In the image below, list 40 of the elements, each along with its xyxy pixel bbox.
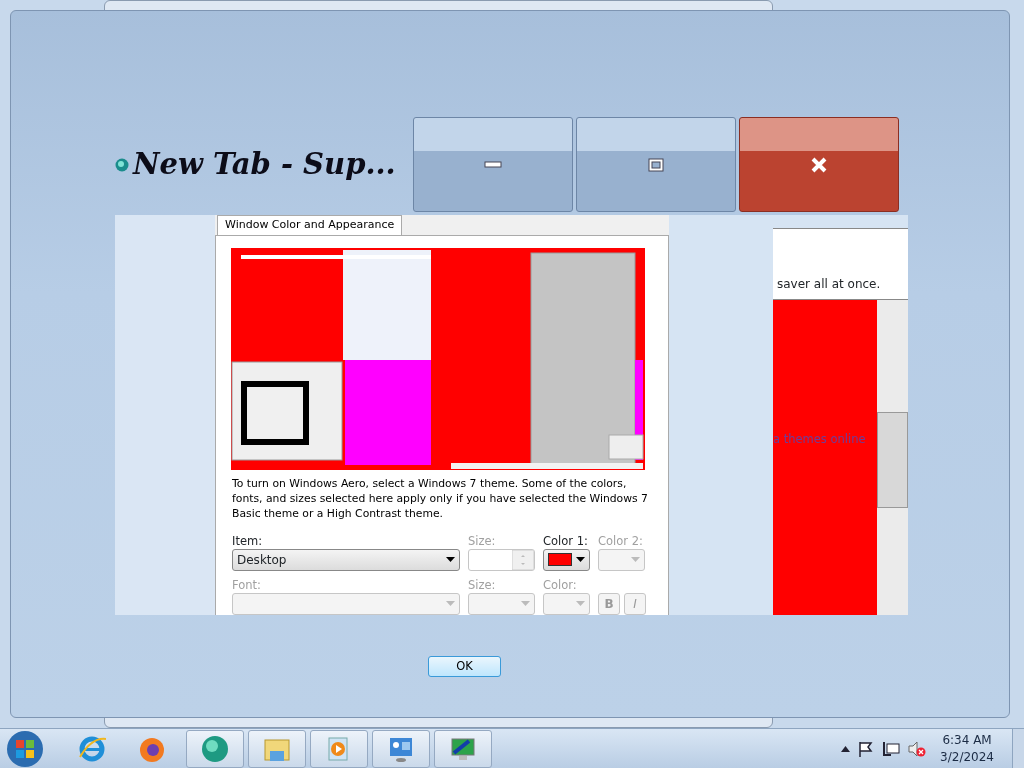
minimize-button[interactable] (413, 117, 573, 212)
browser-icon (78, 734, 106, 763)
dropdown-value: Desktop (237, 551, 287, 569)
body-text: saver all at once. (777, 276, 881, 293)
caret-icon (521, 601, 530, 606)
field-label: Color: (543, 576, 578, 591)
scrollbar-thumb[interactable] (877, 412, 908, 508)
dropdown[interactable]: Desktop (232, 548, 460, 571)
flag-icon[interactable] (858, 740, 875, 757)
ok-button[interactable]: OK (428, 656, 501, 677)
muted-speaker-icon[interactable] (908, 740, 927, 757)
globe-icon (115, 158, 129, 172)
field-label: Size: (468, 532, 497, 547)
maximize-button[interactable] (576, 117, 736, 212)
field-label: Color 1: (543, 532, 589, 547)
tab[interactable]: Window Color and Appearance (217, 215, 403, 235)
taskbar-button[interactable] (434, 729, 492, 768)
caret-icon (631, 557, 640, 562)
field-label: Font: (232, 576, 262, 591)
clock-time[interactable]: 6:34 AM (940, 731, 994, 749)
window-title: New Tab - Sup... (133, 145, 397, 183)
network-icon[interactable] (882, 740, 901, 757)
info-text: To turn on Windows Aero, select a Windows 7 theme. Some of the colors, fonts, and sizes selected here apply only if you have selected the Windows 7 Basic theme or a High Contrast theme. (232, 475, 649, 521)
close-button[interactable] (739, 117, 899, 212)
minimize-icon (484, 160, 502, 169)
field-label: Color 2: (598, 532, 644, 547)
caret-icon (446, 601, 455, 606)
clock-date[interactable]: 3/2/2024 (940, 748, 994, 766)
close-icon (810, 156, 828, 173)
color-picker[interactable] (543, 548, 590, 571)
show-desktop-button[interactable] (1012, 728, 1024, 768)
maximize-icon (648, 157, 664, 172)
start-button[interactable] (6, 729, 44, 768)
caret-icon[interactable] (841, 745, 851, 752)
field-label: Item: (232, 532, 264, 547)
caret-icon (576, 601, 585, 606)
field-label: Size: (468, 576, 497, 591)
caret-icon (446, 557, 455, 562)
globe-icon (201, 734, 229, 763)
caret-icon (576, 557, 585, 562)
